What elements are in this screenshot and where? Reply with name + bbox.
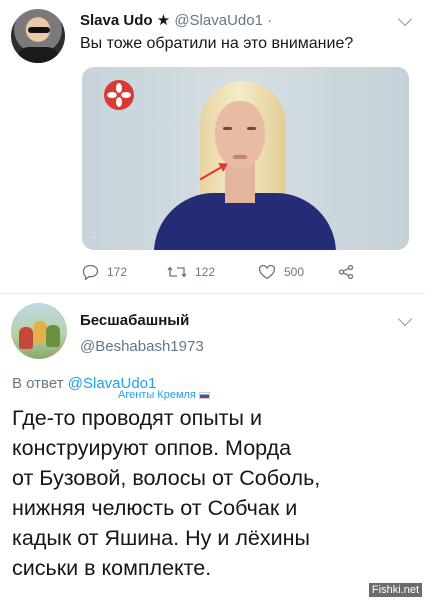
- reply-text-line: кадык от Яшина. Ну и лёхины: [12, 526, 310, 550]
- avatar-shirt: [17, 47, 59, 63]
- watermark: Fishki.net: [368, 583, 422, 597]
- chevron-down-icon[interactable]: [397, 11, 413, 27]
- tweet-text: Вы тоже обратили на это внимание?: [80, 35, 354, 52]
- tweet-actions: 172 122 500: [82, 264, 382, 280]
- author-name[interactable]: Slava Udo: [80, 12, 153, 29]
- author-handle[interactable]: @Beshabash1973: [80, 338, 204, 355]
- retweet-button[interactable]: 122: [167, 264, 215, 280]
- photo-neck: [225, 163, 255, 203]
- avatar-figure: [33, 321, 47, 343]
- avatar[interactable]: [11, 9, 65, 63]
- divider: [0, 293, 425, 294]
- retweet-icon: [167, 266, 187, 278]
- avatar-sunglasses: [28, 27, 50, 33]
- author-handle[interactable]: @SlavaUdo1: [174, 12, 263, 29]
- reply-icon: [82, 264, 99, 280]
- reply-text-line: от Бузовой, волосы от Соболь,: [12, 466, 321, 490]
- share-icon: [338, 264, 354, 280]
- photo-lips: [233, 155, 247, 159]
- avatar-figure: [46, 325, 60, 347]
- heart-icon: [258, 264, 276, 280]
- agents-label: Агенты Кремля: [118, 389, 210, 401]
- author-name[interactable]: Бесшабашный: [80, 312, 189, 329]
- channel-logo: [104, 80, 134, 110]
- photo-eye: [247, 127, 256, 130]
- tweet[interactable]: Slava Udo ★ @SlavaUdo1 · Вы тоже обратил…: [0, 0, 425, 290]
- reply-text: Где-то проводят опыты и конструируют опп…: [12, 403, 412, 583]
- avatar[interactable]: [11, 303, 67, 359]
- reply-button[interactable]: 172: [82, 264, 127, 280]
- tweet-header: Slava Udo ★ @SlavaUdo1 ·: [80, 11, 272, 29]
- tweet-media-image[interactable]: ◔: [82, 67, 409, 250]
- reply-text-line: нижняя челюсть от Собчак и: [12, 496, 298, 520]
- avatar-figure: [19, 327, 33, 349]
- reply-count: 172: [107, 265, 128, 279]
- share-button[interactable]: [338, 264, 362, 280]
- like-count: 500: [284, 265, 305, 279]
- photo-eye: [223, 127, 232, 130]
- separator-dot: ·: [267, 12, 273, 29]
- reply-text-line: конструируют оппов. Морда: [12, 436, 292, 460]
- russian-flag-icon: [198, 391, 210, 399]
- replying-prefix: В ответ: [12, 375, 64, 392]
- retweet-count: 122: [195, 265, 216, 279]
- media-corner-mark-icon: ◔: [91, 235, 96, 242]
- reply-text-line: Где-то проводят опыты и: [12, 406, 262, 430]
- chevron-down-icon[interactable]: [397, 311, 413, 327]
- like-button[interactable]: 500: [258, 264, 304, 280]
- reply-text-line: сиськи в комплекте.: [12, 556, 212, 580]
- agents-label-text: Агенты Кремля: [118, 389, 196, 401]
- star-icon: ★: [156, 12, 171, 29]
